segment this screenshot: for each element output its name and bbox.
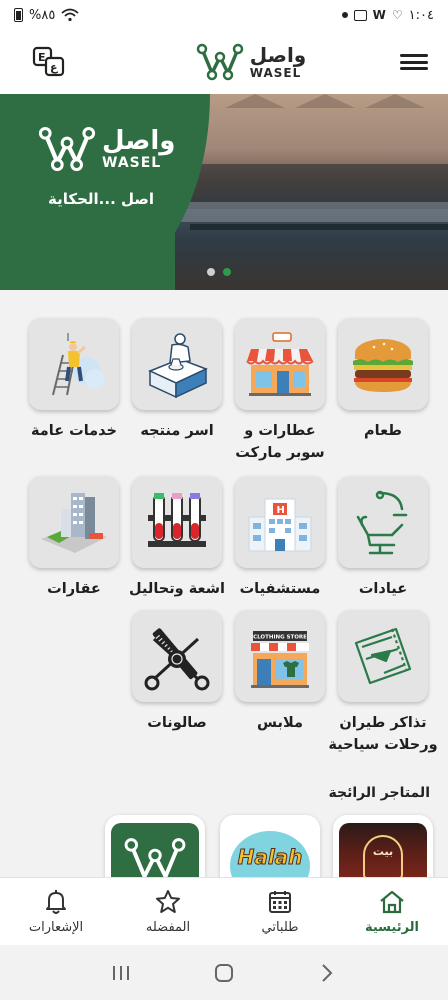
nav-favorites[interactable]: المفضله <box>118 888 218 935</box>
banner-slogan: اصل ...الحكاية <box>48 190 155 208</box>
category-radiology-labs[interactable] <box>132 476 222 568</box>
category-clinics[interactable] <box>338 476 428 568</box>
salon-icon <box>144 628 210 691</box>
image-notification-icon <box>353 9 367 21</box>
clothing-store-icon: CLOTHING STORE <box>251 631 309 688</box>
bell-icon <box>46 890 66 914</box>
category-salons[interactable] <box>132 610 222 702</box>
wasel-store-logo <box>111 823 199 885</box>
app-screen: %٨٥ W ♡ ١:٠٤ Eع واصل WASEL واصل WASEL اص… <box>0 0 448 1000</box>
category-general-services[interactable] <box>29 318 119 410</box>
nav-label: الإشعارات <box>28 920 84 935</box>
restaurant-store-logo: بيت <box>339 823 427 885</box>
nav-label: الرئيسية <box>364 920 420 935</box>
buildings-icon <box>41 493 107 553</box>
halah-store-logo: Halah <box>226 823 314 885</box>
calendar-icon <box>269 891 291 913</box>
category-flights-travel[interactable] <box>338 610 428 702</box>
logo-arabic: واصل <box>249 43 307 67</box>
flight-ticket-icon <box>354 627 412 685</box>
translate-icon[interactable]: Eع <box>32 45 66 79</box>
wasel-notification-icon: W <box>372 8 386 22</box>
battery-level: %٨٥ <box>29 7 56 23</box>
logo-english: WASEL <box>249 66 302 80</box>
logo-text: واصل WASEL <box>250 45 306 79</box>
star-icon <box>156 890 180 913</box>
status-bar: %٨٥ W ♡ ١:٠٤ <box>0 0 448 30</box>
nav-my-orders[interactable]: طلباتي <box>230 888 330 935</box>
banner-logo-arabic: واصل <box>102 126 176 156</box>
category-label: صالونات <box>147 715 207 731</box>
category-label: خدمات عامة <box>31 423 117 439</box>
carousel-dot-active[interactable] <box>223 268 231 276</box>
category-label: عقارات <box>47 581 101 597</box>
wasel-logo-icon <box>38 126 96 172</box>
app-header: Eع واصل WASEL <box>0 30 448 94</box>
svg-text:CLOTHING STORE: CLOTHING STORE <box>253 635 307 641</box>
store-card-wasel[interactable] <box>105 815 205 885</box>
notification-dot-icon <box>341 12 348 18</box>
category-clothing[interactable]: CLOTHING STORE <box>235 610 325 702</box>
category-label: اسر منتجه <box>140 423 214 439</box>
status-left: %٨٥ <box>14 8 79 23</box>
category-label: عيادات <box>358 581 408 597</box>
category-label: عطارات و سوبر ماركت <box>235 423 325 462</box>
nav-label: طلباتي <box>261 920 299 935</box>
category-home-producers[interactable] <box>132 318 222 410</box>
nav-home[interactable]: الرئيسية <box>342 888 442 935</box>
category-label: مستشفيات <box>239 581 321 597</box>
bottom-navigation: الإشعارات المفضله طلباتي الرئيسية <box>0 877 448 945</box>
banner-logo-english: WASEL <box>102 155 162 171</box>
status-right: W ♡ ١:٠٤ <box>341 7 434 23</box>
artisan-icon <box>148 333 208 399</box>
home-button-icon[interactable] <box>204 958 244 988</box>
category-label: ملابس <box>257 715 303 731</box>
storefront-icon <box>246 332 314 396</box>
trending-title: المتاجر الرائجة <box>328 785 431 801</box>
test-tubes-icon <box>148 493 206 547</box>
back-icon[interactable] <box>307 958 347 988</box>
nav-label: المفضله <box>145 920 191 935</box>
svg-text:E: E <box>38 51 46 64</box>
carousel-dot[interactable] <box>207 268 215 276</box>
worker-ladder-icon <box>52 333 105 396</box>
recent-apps-icon[interactable] <box>101 958 141 988</box>
home-icon <box>380 890 404 914</box>
category-hospitals[interactable]: H <box>235 476 325 568</box>
carousel-dots <box>207 268 231 276</box>
nav-notifications[interactable]: الإشعارات <box>6 888 106 935</box>
hamburger-icon[interactable] <box>400 51 428 73</box>
wasel-logo-icon <box>196 43 244 81</box>
heart-notification-icon: ♡ <box>391 8 403 22</box>
banner-logo-text: واصل WASEL <box>102 128 175 170</box>
store-card-halah[interactable]: Halah <box>220 815 320 885</box>
dental-chair-icon <box>356 490 408 555</box>
svg-text:ع: ع <box>50 61 58 74</box>
wifi-icon <box>61 8 79 22</box>
hospital-icon: H <box>248 498 312 552</box>
category-label: طعام <box>364 423 402 439</box>
app-logo: واصل WASEL <box>196 43 306 81</box>
category-label: اشعة وتحاليل <box>129 581 225 597</box>
banner-photo <box>175 94 448 290</box>
category-label: تذاكر طيران ورحلات سياحية <box>328 715 438 754</box>
restaurant-store-text: بيت <box>372 845 394 858</box>
burger-icon <box>353 339 413 392</box>
halah-store-text: Halah <box>237 845 303 870</box>
bridge-shape <box>190 224 448 230</box>
clock-time: ١:٠٤ <box>408 7 434 23</box>
battery-icon <box>14 8 23 22</box>
category-real-estate[interactable] <box>29 476 119 568</box>
promo-banner[interactable]: واصل WASEL اصل ...الحكاية <box>0 94 448 290</box>
system-navigation <box>0 945 448 1000</box>
category-grocery[interactable] <box>235 318 325 410</box>
store-card-restaurant[interactable]: بيت <box>333 815 433 885</box>
banner-logo: واصل WASEL <box>38 126 175 172</box>
category-food[interactable] <box>338 318 428 410</box>
svg-text:H: H <box>277 505 285 516</box>
